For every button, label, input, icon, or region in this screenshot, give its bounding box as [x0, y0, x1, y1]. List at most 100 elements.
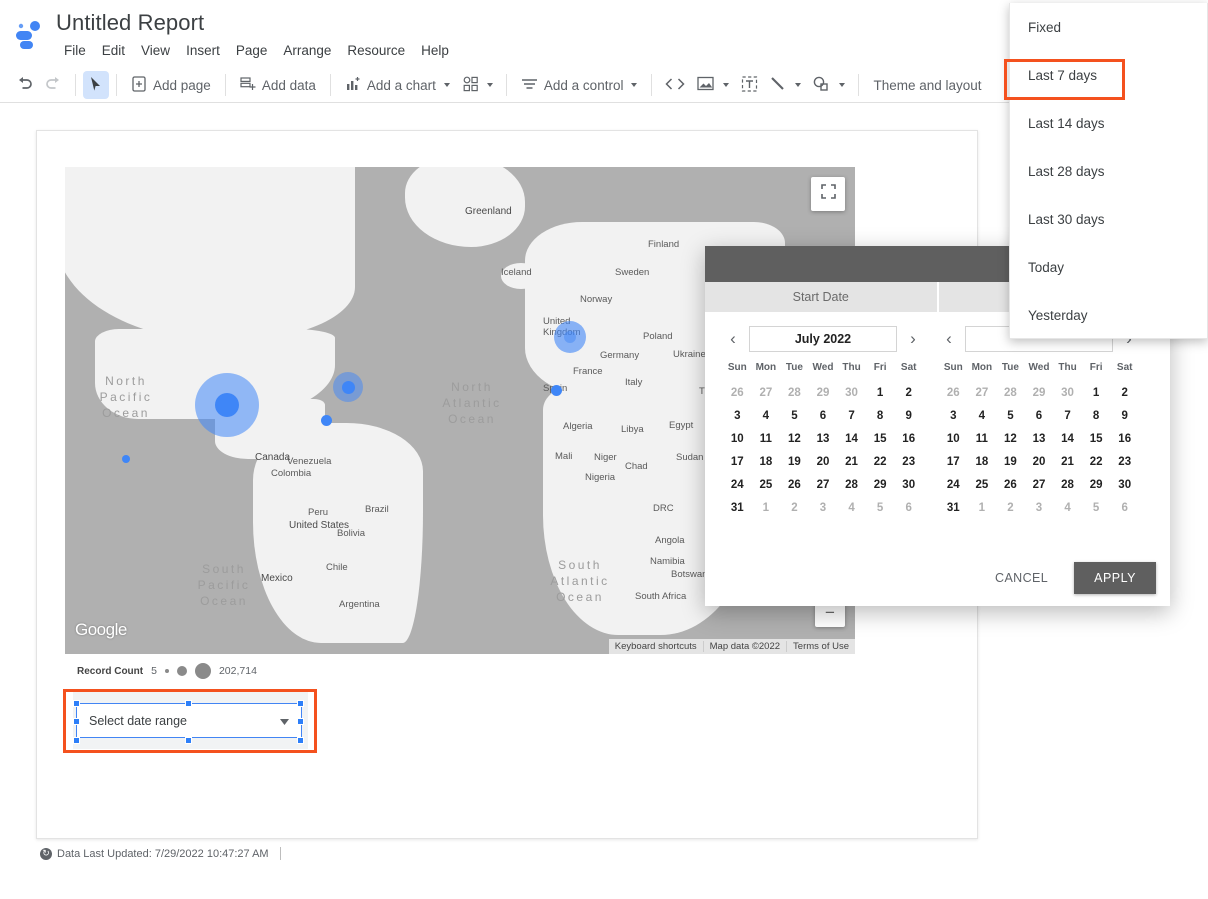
calendar-day-cell[interactable]: 24 [723, 477, 752, 493]
calendar-day-cell[interactable]: 26 [780, 477, 809, 493]
undo-button[interactable] [10, 71, 39, 99]
line-tool-button[interactable] [764, 71, 807, 99]
dropdown-item-last-14-days[interactable]: Last 14 days [1010, 99, 1207, 147]
calendar-day-cell[interactable]: 25 [752, 477, 781, 493]
menu-page[interactable]: Page [228, 41, 276, 60]
dropdown-item-last-7-days[interactable]: Last 7 days [1010, 51, 1207, 99]
chevron-left-icon[interactable]: ‹ [939, 329, 959, 349]
calendar-day-cell[interactable]: 30 [1110, 477, 1139, 493]
dropdown-item-last-30-days[interactable]: Last 30 days [1010, 195, 1207, 243]
calendar-day-cell[interactable]: 28 [996, 385, 1025, 401]
calendar-day-cell[interactable]: 29 [866, 477, 895, 493]
end-date-calendar[interactable]: ‹ › SunMonTueWedThuFriSat262728293012345… [939, 326, 1139, 516]
calendar-day-cell[interactable]: 28 [780, 385, 809, 401]
calendar-day-cell[interactable]: 4 [968, 408, 997, 424]
selection-handle-ml[interactable] [73, 718, 80, 725]
calendar-day-cell[interactable]: 27 [968, 385, 997, 401]
calendar-day-cell[interactable]: 6 [894, 500, 923, 516]
calendar-day-cell[interactable]: 5 [996, 408, 1025, 424]
calendar-day-cell[interactable]: 10 [939, 431, 968, 447]
calendar-day-cell[interactable]: 19 [996, 454, 1025, 470]
keyboard-shortcuts-link[interactable]: Keyboard shortcuts [609, 641, 703, 652]
calendar-day-cell[interactable]: 3 [723, 408, 752, 424]
add-page-button[interactable]: Add page [124, 71, 218, 99]
calendar-day-cell[interactable]: 2 [780, 500, 809, 516]
calendar-day-cell[interactable]: 7 [1053, 408, 1082, 424]
calendar-day-cell[interactable]: 28 [837, 477, 866, 493]
calendar-day-cell[interactable]: 5 [1082, 500, 1111, 516]
community-visualization-button[interactable] [457, 71, 499, 99]
calendar-day-cell[interactable]: 3 [939, 408, 968, 424]
menu-arrange[interactable]: Arrange [275, 41, 339, 60]
calendar-day-cell[interactable]: 1 [752, 500, 781, 516]
calendar-day-cell[interactable]: 1 [866, 385, 895, 401]
calendar-day-cell[interactable]: 30 [837, 385, 866, 401]
menu-edit[interactable]: Edit [94, 41, 133, 60]
dropdown-item-last-28-days[interactable]: Last 28 days [1010, 147, 1207, 195]
calendar-day-cell[interactable]: 26 [996, 477, 1025, 493]
selection-handle-tl[interactable] [73, 700, 80, 707]
start-calendar-grid[interactable]: Sun Mon Tue Wed Thu Fri Sat 26 27 28 29 30 1 2 3 4 5 6 7 8 9… [723, 360, 923, 516]
calendar-day-cell[interactable]: 4 [752, 408, 781, 424]
calendar-day-cell[interactable]: 21 [837, 454, 866, 470]
cancel-button[interactable]: CANCEL [983, 563, 1060, 593]
refresh-data-icon[interactable]: ↻ [40, 847, 52, 860]
calendar-day-cell[interactable]: 27 [752, 385, 781, 401]
calendar-day-cell[interactable]: 29 [1082, 477, 1111, 493]
calendar-day-cell[interactable]: 2 [1110, 385, 1139, 401]
map-bubble-east-us-core[interactable] [342, 381, 355, 394]
calendar-day-cell[interactable]: 30 [1053, 385, 1082, 401]
date-range-control-wrapper[interactable]: Select date range [63, 689, 317, 753]
calendar-day-cell[interactable]: 27 [1025, 477, 1054, 493]
calendar-day-cell[interactable]: 29 [809, 385, 838, 401]
dropdown-item-yesterday[interactable]: Yesterday [1010, 291, 1207, 339]
calendar-day-cell[interactable]: 1 [968, 500, 997, 516]
calendar-day-cell[interactable]: 5 [780, 408, 809, 424]
calendar-day-cell[interactable]: 18 [968, 454, 997, 470]
calendar-day-cell[interactable]: 5 [866, 500, 895, 516]
calendar-day-cell[interactable]: 28 [1053, 477, 1082, 493]
calendar-day-cell[interactable]: 16 [1110, 431, 1139, 447]
calendar-day-cell[interactable]: 14 [837, 431, 866, 447]
calendar-day-cell[interactable]: 16 [894, 431, 923, 447]
redo-button[interactable] [39, 71, 68, 99]
calendar-day-cell[interactable]: 23 [894, 454, 923, 470]
shape-tool-button[interactable] [807, 71, 851, 99]
calendar-day-cell[interactable]: 4 [1053, 500, 1082, 516]
calendar-day-cell[interactable]: 6 [1110, 500, 1139, 516]
calendar-day-cell[interactable]: 27 [809, 477, 838, 493]
calendar-day-cell[interactable]: 9 [1110, 408, 1139, 424]
calendar-day-cell[interactable]: 8 [1082, 408, 1111, 424]
calendar-day-cell[interactable]: 11 [968, 431, 997, 447]
map-fullscreen-button[interactable] [811, 177, 845, 211]
add-data-button[interactable]: Add data [233, 71, 323, 99]
start-calendar-month-label[interactable]: July 2022 [749, 326, 897, 352]
start-date-calendar[interactable]: ‹ July 2022 › Sun Mon Tue Wed Thu Fri Sat 26 27 2… [723, 326, 923, 516]
text-button[interactable] [735, 71, 764, 99]
calendar-day-cell[interactable]: 26 [939, 385, 968, 401]
embed-button[interactable] [659, 71, 691, 99]
calendar-day-cell[interactable]: 29 [1025, 385, 1054, 401]
calendar-day-cell[interactable]: 19 [780, 454, 809, 470]
calendar-day-cell[interactable]: 23 [1110, 454, 1139, 470]
date-range-control[interactable]: Select date range [76, 703, 302, 738]
map-bubble-spain[interactable] [551, 385, 562, 396]
calendar-day-cell[interactable]: 2 [996, 500, 1025, 516]
calendar-day-cell[interactable]: 30 [894, 477, 923, 493]
calendar-day-cell[interactable]: 12 [780, 431, 809, 447]
selection-handle-tm[interactable] [185, 700, 192, 707]
map-bubble-hawaii[interactable] [122, 455, 130, 463]
add-chart-button[interactable]: Add a chart [338, 71, 457, 99]
calendar-day-cell[interactable]: 20 [1025, 454, 1054, 470]
menu-help[interactable]: Help [413, 41, 457, 60]
map-bubble-texas[interactable] [321, 415, 332, 426]
calendar-day-cell[interactable]: 10 [723, 431, 752, 447]
calendar-day-cell[interactable]: 24 [939, 477, 968, 493]
chevron-right-icon[interactable]: › [903, 329, 923, 349]
selection-handle-bl[interactable] [73, 737, 80, 744]
calendar-day-cell[interactable]: 3 [1025, 500, 1054, 516]
calendar-day-cell[interactable]: 1 [1082, 385, 1111, 401]
calendar-day-cell[interactable]: 17 [723, 454, 752, 470]
calendar-day-cell[interactable]: 15 [1082, 431, 1111, 447]
calendar-day-cell[interactable]: 13 [1025, 431, 1054, 447]
